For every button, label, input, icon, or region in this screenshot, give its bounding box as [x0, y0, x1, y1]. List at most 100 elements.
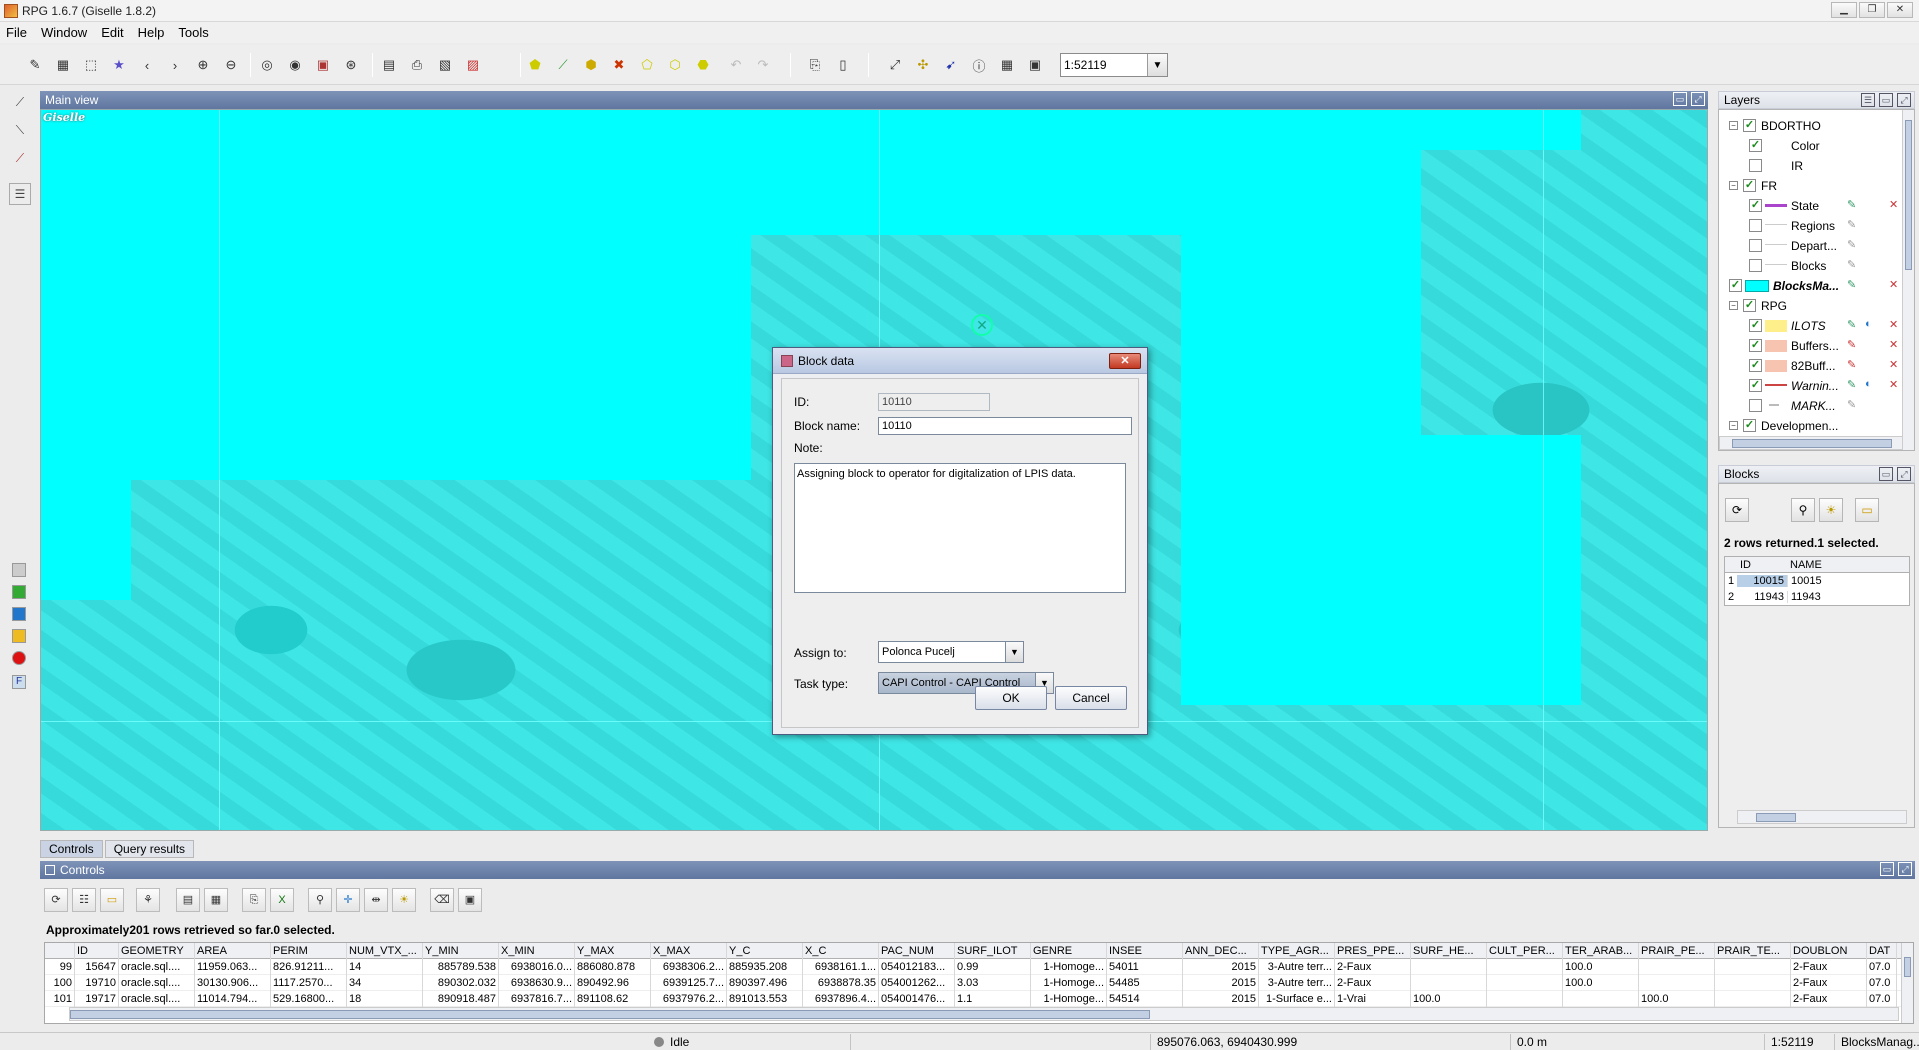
layer-row-color[interactable]: ✓ Color [1719, 136, 1914, 156]
layers-horizontal-scrollbar[interactable] [1719, 436, 1903, 450]
report-icon[interactable]: ▤ [378, 54, 400, 76]
document-icon[interactable]: ▯ [832, 54, 854, 76]
tab-controls[interactable]: Controls [40, 840, 103, 858]
layer-row-82buffers[interactable]: ✓ 82Buff... ✎ ✕ [1719, 356, 1914, 376]
layer-checkbox[interactable]: ✓ [1749, 339, 1762, 352]
maximize-icon[interactable]: ⤢ [1898, 862, 1912, 876]
draw-polygon-icon[interactable]: ⬟ [524, 54, 546, 76]
column-header[interactable]: NAME [1787, 559, 1909, 571]
column-header[interactable]: PRAIR_PE... [1639, 943, 1715, 959]
column-header[interactable]: Y_C [727, 943, 803, 959]
layer-checkbox[interactable]: ✓ [1749, 319, 1762, 332]
layer-checkbox[interactable]: ✓ [1743, 299, 1756, 312]
edit-polygon-icon[interactable]: ⬢ [580, 54, 602, 76]
excel-export-icon[interactable]: X [270, 888, 294, 912]
column-header[interactable]: PRAIR_TE... [1715, 943, 1791, 959]
remove-layer-icon[interactable]: ✕ [1889, 378, 1903, 392]
zoom-out-icon[interactable]: ⊖ [220, 54, 242, 76]
reshape-polygon-icon[interactable]: ⬣ [692, 54, 714, 76]
dialog-close-button[interactable]: ✕ [1109, 353, 1141, 369]
cancel-button[interactable]: Cancel [1055, 686, 1127, 710]
controls-horizontal-scrollbar[interactable] [69, 1007, 1899, 1021]
maximize-icon[interactable]: ⤢ [1897, 467, 1911, 481]
layer-checkbox[interactable]: ✓ [1749, 199, 1762, 212]
zoom-in-icon[interactable]: ⊕ [192, 54, 214, 76]
layer-row-departements[interactable]: Depart... ✎ [1719, 236, 1914, 256]
export-pdf-icon[interactable]: ▨ [462, 54, 484, 76]
dock-icon[interactable]: ▭ [1879, 93, 1893, 107]
undo-icon[interactable]: ↶ [725, 54, 747, 76]
redo-icon[interactable]: ↷ [752, 54, 774, 76]
zoom-icon[interactable]: ⚲ [308, 888, 332, 912]
split-polygon-icon[interactable]: ⬠ [636, 54, 658, 76]
block-name-field[interactable]: 10110 [878, 417, 1132, 435]
minimize-icon[interactable]: ▁ [1831, 2, 1857, 18]
column-header[interactable]: X_C [803, 943, 879, 959]
edit-layer-icon[interactable]: ✎ [1847, 258, 1861, 272]
zoom-area-icon[interactable]: ⬚ [80, 54, 102, 76]
merge-polygon-icon[interactable]: ⬡ [664, 54, 686, 76]
edit-layer-icon[interactable]: ✎ [1847, 378, 1861, 392]
remove-layer-icon[interactable]: ✕ [1889, 278, 1903, 292]
ok-button[interactable]: OK [975, 686, 1047, 710]
column-header[interactable]: SURF_ILOT [955, 943, 1031, 959]
column-header[interactable]: NUM_VTX_... [347, 943, 423, 959]
column-header[interactable]: TER_ARAB... [1563, 943, 1639, 959]
column-header[interactable]: AREA [195, 943, 271, 959]
edit-layer-icon[interactable]: ✎ [1847, 198, 1861, 212]
layer-checkbox[interactable]: ✓ [1729, 279, 1742, 292]
scale-value[interactable]: 1:52119 [1061, 54, 1147, 76]
scale-combobox[interactable]: 1:52119 ▼ [1060, 53, 1168, 77]
edit-line-icon[interactable]: ⟋ [9, 147, 31, 169]
column-header[interactable]: GENRE [1031, 943, 1107, 959]
dock-icon[interactable]: ▭ [1673, 92, 1687, 106]
info-icon[interactable]: ⓘ [968, 54, 990, 76]
column-header[interactable]: X_MAX [651, 943, 727, 959]
dock-icon[interactable]: ▭ [1880, 862, 1894, 876]
remove-layer-icon[interactable]: ✕ [1889, 318, 1903, 332]
refresh-icon[interactable]: ⟳ [1725, 498, 1749, 522]
lightbulb-icon[interactable]: ☀ [392, 888, 416, 912]
info-tool-icon[interactable]: ➹ [940, 54, 962, 76]
pan-icon[interactable]: ✛ [336, 888, 360, 912]
layer-row-regions[interactable]: Regions ✎ [1719, 216, 1914, 236]
layer-row-fr[interactable]: − ✓ FR [1719, 176, 1914, 196]
column-header[interactable]: ID [1737, 559, 1787, 571]
save-icon[interactable]: ▣ [458, 888, 482, 912]
copy-icon[interactable]: ⎘ [242, 888, 266, 912]
layer-checkbox[interactable] [1749, 159, 1762, 172]
menu-tools[interactable]: Tools [178, 25, 208, 40]
edit-layer-icon[interactable]: ✎ [1847, 218, 1861, 232]
column-header[interactable]: DAT [1867, 943, 1897, 959]
menu-edit[interactable]: Edit [101, 25, 123, 40]
green-square-icon[interactable] [12, 585, 26, 599]
measure-table-icon[interactable]: ⇹ [364, 888, 388, 912]
layer-checkbox[interactable]: ✓ [1749, 139, 1762, 152]
layer-checkbox[interactable]: ✓ [1743, 119, 1756, 132]
frame-icon[interactable]: ▣ [312, 54, 334, 76]
menu-help[interactable]: Help [138, 25, 165, 40]
blocks-horizontal-scrollbar[interactable] [1737, 810, 1907, 824]
layer-row-blocks[interactable]: Blocks ✎ [1719, 256, 1914, 276]
dock-icon[interactable]: ▭ [1879, 467, 1893, 481]
controls-vertical-scrollbar[interactable] [1901, 943, 1913, 1023]
column-header[interactable]: GEOMETRY [119, 943, 195, 959]
layer-checkbox[interactable] [1749, 259, 1762, 272]
table-row[interactable]: 100 19710 oracle.sql.... 30130.906... 1117.2… [45, 974, 1913, 991]
measure-icon[interactable]: ⤢ [884, 54, 906, 76]
edit-layer-icon[interactable]: ✎ [1847, 398, 1861, 412]
edit-layer-icon[interactable]: ✎ [1847, 338, 1861, 352]
draw-segment-icon[interactable]: ⟍ [9, 119, 31, 141]
tab-query-results[interactable]: Query results [104, 840, 195, 858]
column-header[interactable]: Y_MIN [423, 943, 499, 959]
layer-checkbox[interactable]: ✓ [1743, 419, 1756, 432]
grid-view-icon[interactable]: ▦ [204, 888, 228, 912]
table-row[interactable]: 2 11943 11943 [1725, 589, 1909, 605]
maximize-icon[interactable]: ⤢ [1897, 93, 1911, 107]
table-row[interactable]: 99 15647 oracle.sql.... 11959.063... 826.912… [45, 958, 1913, 975]
layer-checkbox[interactable]: ✓ [1749, 379, 1762, 392]
restore-icon[interactable]: ❐ [1859, 2, 1885, 18]
table-view-icon[interactable]: ▤ [176, 888, 200, 912]
edit-layer-icon[interactable]: ✎ [1847, 278, 1861, 292]
draw-line-icon[interactable]: ⟋ [552, 54, 574, 76]
